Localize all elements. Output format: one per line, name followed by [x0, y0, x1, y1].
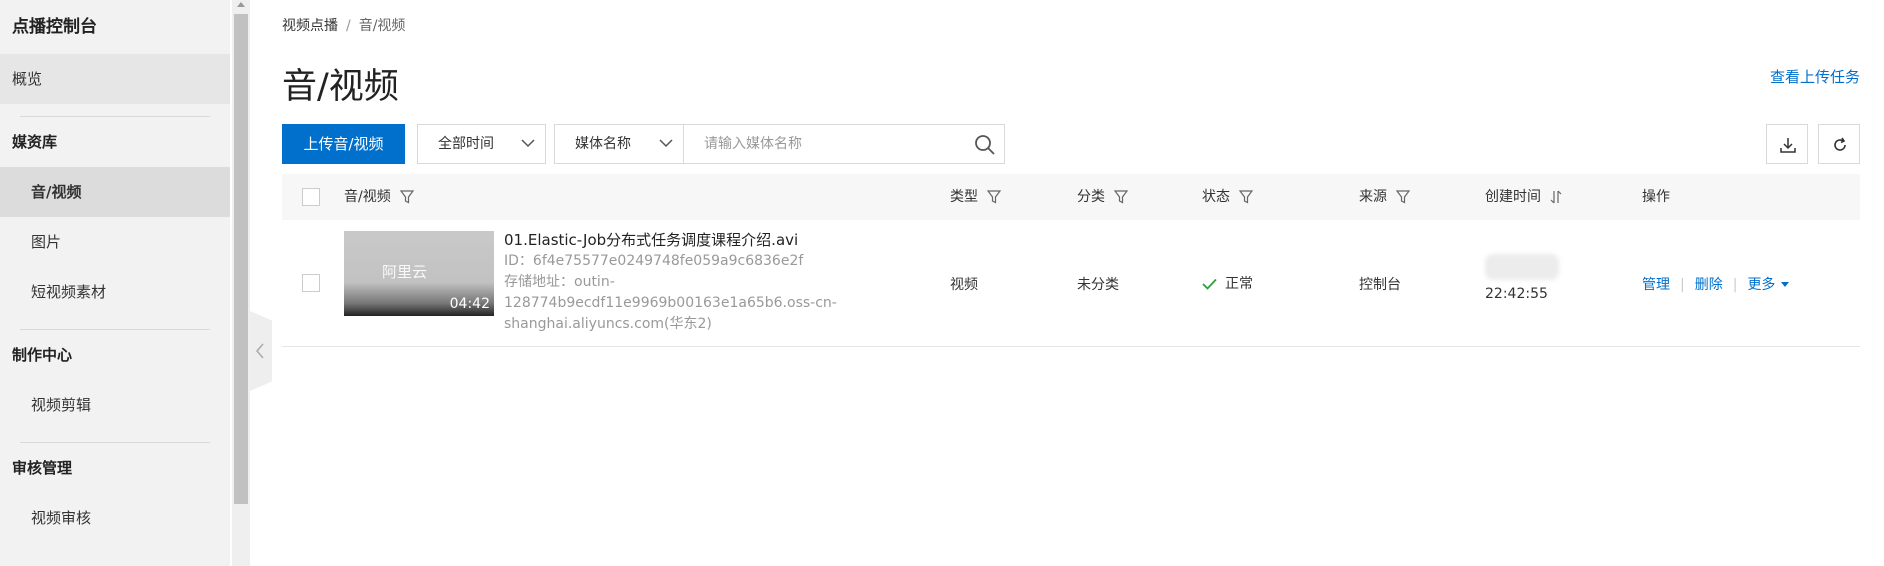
- search-field-select[interactable]: 媒体名称: [554, 124, 684, 164]
- more-dropdown[interactable]: 更多: [1747, 277, 1790, 293]
- refresh-button[interactable]: [1818, 124, 1860, 164]
- column-header-label: 操作: [1642, 189, 1670, 205]
- row-checkbox[interactable]: [302, 274, 320, 292]
- table-body: 阿里云 04:42 01.Elastic-Job分布式任务调度课程介绍.avi …: [282, 220, 1860, 347]
- column-header-label: 分类: [1077, 189, 1105, 205]
- column-header-label: 音/视频: [344, 189, 391, 205]
- time-filter-select[interactable]: 全部时间: [417, 124, 546, 164]
- sidebar-scrollbar[interactable]: [232, 0, 250, 566]
- search-icon[interactable]: [974, 134, 996, 156]
- search-input[interactable]: [684, 125, 954, 163]
- column-header-type: 类型: [950, 174, 1002, 220]
- select-all-checkbox[interactable]: [302, 188, 320, 206]
- media-info: 01.Elastic-Job分布式任务调度课程介绍.avi ID：6f4e755…: [504, 230, 864, 335]
- chevron-down-icon: [521, 139, 535, 148]
- filter-icon[interactable]: [1239, 190, 1254, 204]
- download-button[interactable]: [1766, 124, 1808, 164]
- filter-icon[interactable]: [987, 190, 1002, 204]
- upload-media-button[interactable]: 上传音/视频: [282, 124, 405, 164]
- media-id: ID：6f4e75577e0249748fe059a9c6836e2f: [504, 253, 804, 269]
- storage-address-line: shanghai.aliyuncs.com(华东2): [504, 316, 712, 332]
- breadcrumb-item-vod[interactable]: 视频点播: [282, 18, 338, 34]
- column-header-media: 音/视频: [344, 174, 415, 220]
- filter-icon[interactable]: [400, 190, 415, 204]
- more-label: 更多: [1747, 277, 1776, 293]
- thumbnail-logo: 阿里云: [382, 263, 428, 281]
- filter-icon[interactable]: [1396, 190, 1411, 204]
- created-date-redacted: [1485, 254, 1559, 280]
- media-type: 视频: [950, 277, 978, 293]
- row-actions: 管理 | 删除 | 更多: [1642, 274, 1790, 294]
- column-header-created-time[interactable]: 创建时间: [1485, 174, 1562, 220]
- table-header: 音/视频 类型 分类 状态 来源 创建时间 操作: [282, 174, 1860, 220]
- sidebar-item-images[interactable]: 图片: [0, 217, 230, 267]
- action-divider: |: [1680, 277, 1685, 293]
- search-box: [683, 124, 1005, 164]
- column-header-label: 状态: [1202, 189, 1230, 205]
- sidebar-item-short-video-material[interactable]: 短视频素材: [0, 267, 230, 317]
- sidebar-item-audio-video[interactable]: 音/视频: [0, 167, 230, 217]
- delete-link[interactable]: 删除: [1695, 277, 1723, 293]
- sidebar-item-video-editing[interactable]: 视频剪辑: [0, 380, 230, 430]
- media-name[interactable]: 01.Elastic-Job分布式任务调度课程介绍.avi: [504, 230, 864, 251]
- sidebar-group-media-library[interactable]: 媒资库: [0, 117, 230, 167]
- manage-link[interactable]: 管理: [1642, 277, 1670, 293]
- time-filter-value: 全部时间: [438, 136, 494, 152]
- refresh-icon: [1834, 137, 1846, 151]
- chevron-down-icon: [659, 139, 673, 148]
- toolbar: 上传音/视频 全部时间 媒体名称: [282, 124, 1860, 164]
- download-icon: [1780, 138, 1796, 153]
- filter-icon[interactable]: [1114, 190, 1129, 204]
- sidebar-group-production-center[interactable]: 制作中心: [0, 330, 230, 380]
- scroll-up-arrow-icon[interactable]: [237, 2, 245, 7]
- media-status: 正常: [1202, 273, 1253, 293]
- sort-icon[interactable]: [1550, 190, 1562, 204]
- storage-address-line: 存储地址：outin-: [504, 274, 615, 290]
- status-label: 正常: [1225, 276, 1253, 292]
- column-header-label: 来源: [1359, 189, 1387, 205]
- app-title: 点播控制台: [12, 17, 97, 37]
- view-upload-tasks-link[interactable]: 查看上传任务: [1770, 66, 1860, 87]
- column-header-label: 创建时间: [1485, 189, 1541, 205]
- media-table: 音/视频 类型 分类 状态 来源 创建时间 操作 阿里云 04:42 01.El…: [282, 174, 1860, 347]
- column-header-label: 类型: [950, 189, 978, 205]
- created-time: 22:42:55: [1485, 286, 1548, 302]
- storage-address-line: 128774b9ecdf11e9969b00163e1a65b6.oss-cn-: [504, 295, 837, 311]
- breadcrumb-separator: /: [346, 18, 351, 34]
- column-header-source: 来源: [1359, 174, 1411, 220]
- caret-down-icon: [1781, 282, 1790, 287]
- table-row: 阿里云 04:42 01.Elastic-Job分布式任务调度课程介绍.avi …: [282, 220, 1860, 347]
- sidebar: 点播控制台 概览 媒资库 音/视频 图片 短视频素材 制作中心 视频剪辑 审核管…: [0, 0, 230, 566]
- page-title: 音/视频: [282, 67, 399, 107]
- column-header-actions: 操作: [1642, 174, 1670, 220]
- chevron-left-icon: [256, 343, 264, 359]
- video-thumbnail[interactable]: 阿里云 04:42: [344, 231, 494, 316]
- breadcrumb-item-current: 音/视频: [358, 18, 406, 34]
- breadcrumb: 视频点播 / 音/视频: [282, 15, 405, 35]
- sidebar-item-video-review[interactable]: 视频审核: [0, 493, 230, 543]
- search-field-value: 媒体名称: [575, 136, 631, 152]
- sidebar-item-overview[interactable]: 概览: [0, 54, 230, 104]
- media-category: 未分类: [1077, 277, 1119, 293]
- check-icon: [1202, 278, 1217, 290]
- scrollbar-thumb[interactable]: [234, 14, 248, 504]
- media-source: 控制台: [1359, 277, 1401, 293]
- column-header-category: 分类: [1077, 174, 1129, 220]
- column-header-status: 状态: [1202, 174, 1254, 220]
- video-duration: 04:42: [449, 296, 490, 312]
- action-divider: |: [1732, 277, 1738, 293]
- main-content: 视频点播 / 音/视频 音/视频 查看上传任务 上传音/视频 全部时间 媒体名称: [282, 0, 1860, 566]
- sidebar-collapse-handle[interactable]: [250, 311, 272, 391]
- sidebar-group-review-management[interactable]: 审核管理: [0, 443, 230, 493]
